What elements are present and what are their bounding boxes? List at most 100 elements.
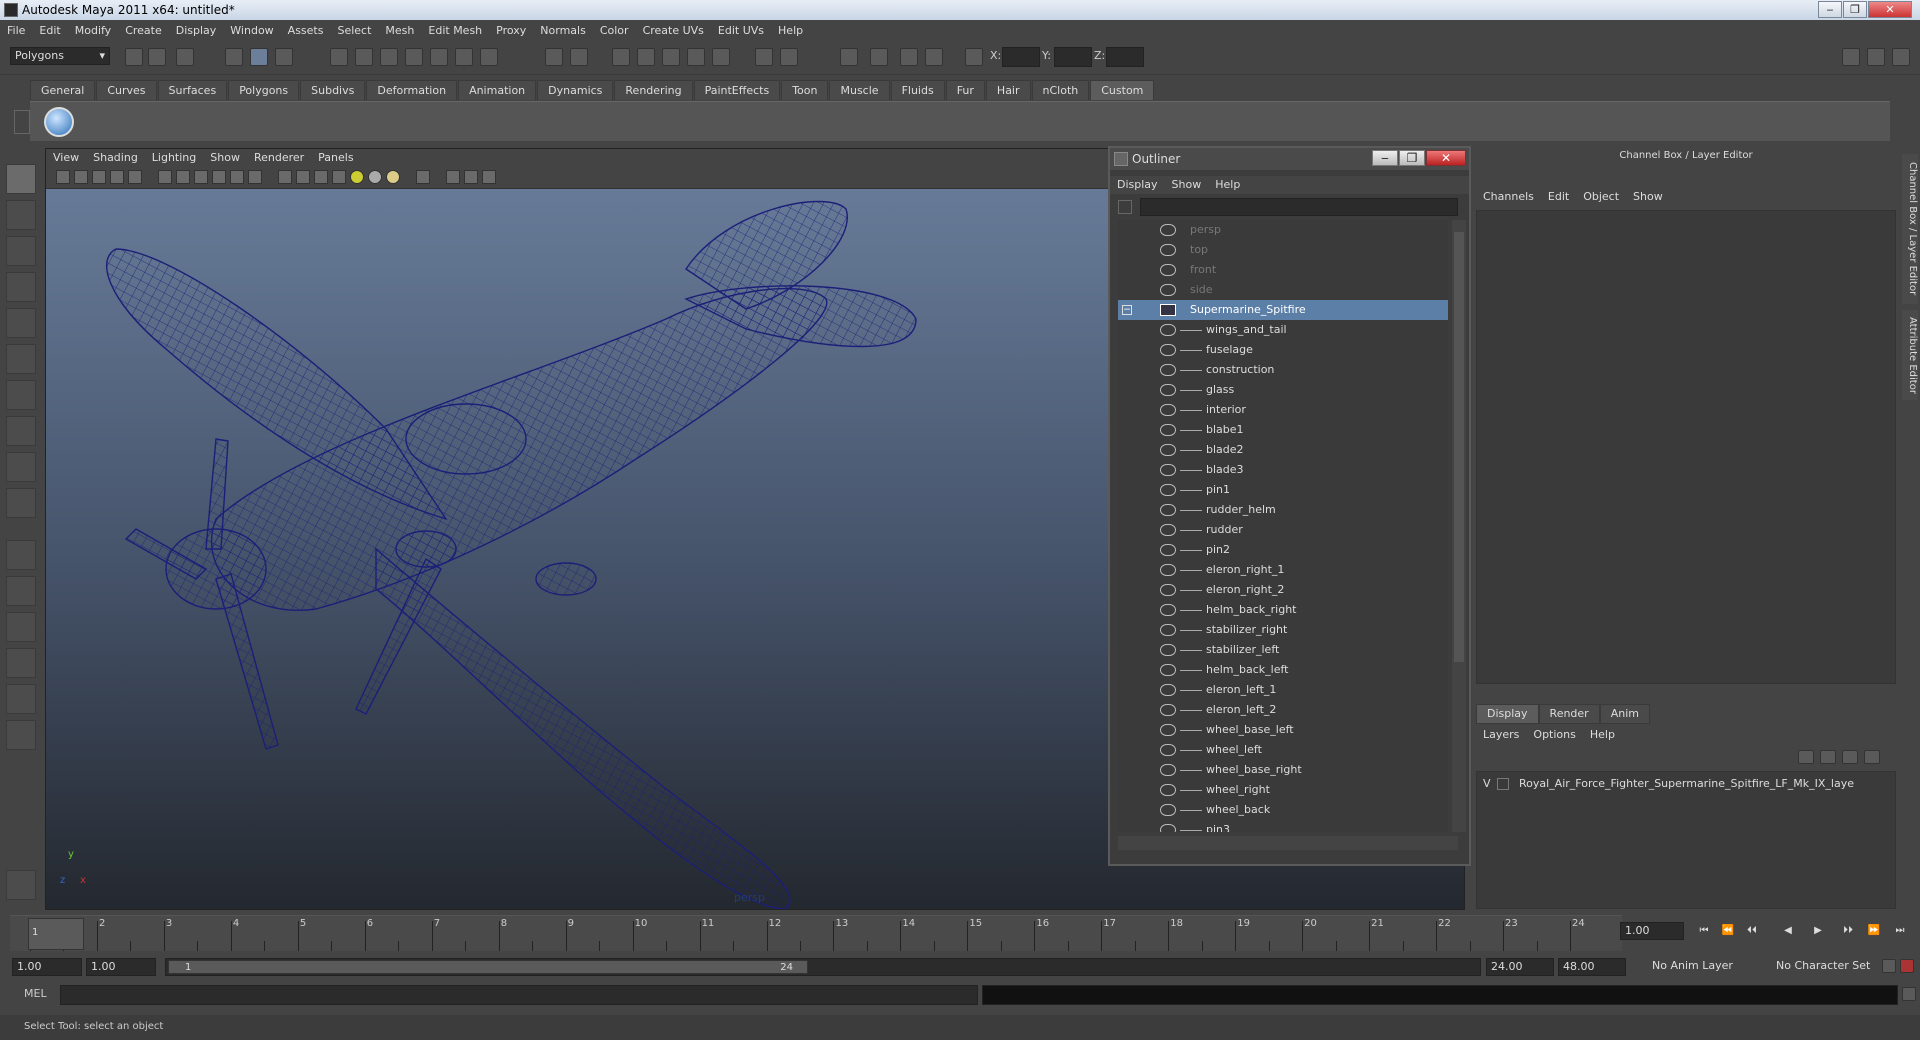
menu-create-uvs[interactable]: Create UVs xyxy=(636,20,711,41)
smooth-shade-icon[interactable] xyxy=(296,170,310,184)
menu-edit-uvs[interactable]: Edit UVs xyxy=(711,20,771,41)
outliner-item-wheel_base_right[interactable]: wheel_base_right xyxy=(1118,760,1448,780)
history-icon[interactable] xyxy=(455,48,473,66)
shadows-icon[interactable] xyxy=(386,170,400,184)
shelf-tab-muscle[interactable]: Muscle xyxy=(829,80,890,100)
outliner-item-interior[interactable]: interior xyxy=(1118,400,1448,420)
maximize-button[interactable]: ❐ xyxy=(1843,1,1867,18)
menu-window[interactable]: Window xyxy=(223,20,280,41)
outliner-close-button[interactable]: ✕ xyxy=(1426,150,1466,166)
wireframe-icon[interactable] xyxy=(278,170,292,184)
anim-end-field[interactable]: 48.00 xyxy=(1558,958,1626,976)
render-icon[interactable] xyxy=(840,48,858,66)
character-set-dropdown[interactable]: No Character Set xyxy=(1772,958,1882,976)
range-slider-thumb[interactable]: 1 24 xyxy=(168,960,808,974)
shelf-tab-fluids[interactable]: Fluids xyxy=(890,80,945,100)
open-scene-icon[interactable] xyxy=(148,48,166,66)
outliner-item-construction[interactable]: construction xyxy=(1118,360,1448,380)
outliner-menu-display[interactable]: Display xyxy=(1110,176,1165,194)
show-hide-shelf-icon[interactable] xyxy=(755,48,773,66)
outliner-item-wings_and_tail[interactable]: wings_and_tail xyxy=(1118,320,1448,340)
current-time-field[interactable]: 1.00 xyxy=(1620,922,1684,940)
outliner-item-blade3[interactable]: blade3 xyxy=(1118,460,1448,480)
le-menu-options[interactable]: Options xyxy=(1526,726,1582,744)
snap-live-icon[interactable] xyxy=(430,48,448,66)
render-frame-icon[interactable] xyxy=(570,48,588,66)
outliner-item-pin1[interactable]: pin1 xyxy=(1118,480,1448,500)
step-back-frame-button[interactable]: ⏴⏴ xyxy=(1744,924,1760,938)
filter-icon[interactable] xyxy=(1118,200,1132,214)
outliner-item-eleron_left_1[interactable]: eleron_left_1 xyxy=(1118,680,1448,700)
outliner-scroll-thumb[interactable] xyxy=(1454,232,1464,662)
vp-menu-panels[interactable]: Panels xyxy=(311,149,360,167)
menu-select[interactable]: Select xyxy=(330,20,378,41)
paint-select-icon[interactable] xyxy=(6,236,36,266)
outliner-item-fuselage[interactable]: fuselage xyxy=(1118,340,1448,360)
outliner-item-glass[interactable]: glass xyxy=(1118,380,1448,400)
minimize-button[interactable]: ‒ xyxy=(1818,1,1842,18)
shelf-tab-painteffects[interactable]: PaintEffects xyxy=(693,80,781,100)
menu-edit[interactable]: Edit xyxy=(32,20,67,41)
outliner-item-wheel_base_left[interactable]: wheel_base_left xyxy=(1118,720,1448,740)
display-layer-row[interactable]: V Royal_Air_Force_Fighter_Supermarine_Sp… xyxy=(1479,774,1854,794)
play-backwards-button[interactable]: ◀ xyxy=(1780,924,1796,938)
outliner-layout-icon[interactable] xyxy=(6,612,36,642)
checkmark-shelf-icon[interactable] xyxy=(44,107,74,137)
camera-select-icon[interactable] xyxy=(56,170,70,184)
field-chart-icon[interactable] xyxy=(230,170,244,184)
command-input[interactable] xyxy=(60,985,978,1005)
outliner-item-wheel_back[interactable]: wheel_back xyxy=(1118,800,1448,820)
new-layer-icon[interactable] xyxy=(1798,750,1814,764)
select-tool-icon[interactable] xyxy=(6,164,36,194)
outliner-vertical-scrollbar[interactable] xyxy=(1452,220,1466,832)
bookmark-icon[interactable] xyxy=(92,170,106,184)
xray-icon[interactable] xyxy=(446,170,460,184)
toggle-tool-settings-icon[interactable] xyxy=(1867,48,1885,66)
layer-type-toggle[interactable] xyxy=(1497,778,1509,790)
render-layout-icon[interactable] xyxy=(6,720,36,750)
film-gate-icon[interactable] xyxy=(176,170,190,184)
snap-view-plane-icon[interactable] xyxy=(405,48,423,66)
menu-display[interactable]: Display xyxy=(169,20,224,41)
outliner-item-rudder_helm[interactable]: rudder_helm xyxy=(1118,500,1448,520)
shelf-tab-dynamics[interactable]: Dynamics xyxy=(537,80,614,100)
save-scene-icon[interactable] xyxy=(176,48,194,66)
outliner-item-eleron_right_2[interactable]: eleron_right_2 xyxy=(1118,580,1448,600)
vp-menu-view[interactable]: View xyxy=(46,149,86,167)
last-tool-icon[interactable] xyxy=(6,488,36,518)
new-layer-selected-icon[interactable] xyxy=(1820,750,1836,764)
rotate-tool-icon[interactable] xyxy=(6,308,36,338)
side-tab-channel-box[interactable]: Channel Box / Layer Editor xyxy=(1902,154,1918,304)
shelf-tab-polygons[interactable]: Polygons xyxy=(228,80,300,100)
move-layer-down-icon[interactable] xyxy=(1864,750,1880,764)
layer-visibility-toggle[interactable]: V xyxy=(1483,774,1491,794)
vp-menu-show[interactable]: Show xyxy=(203,149,247,167)
transform-mode-icon[interactable] xyxy=(965,48,983,66)
le-menu-layers[interactable]: Layers xyxy=(1476,726,1526,744)
outliner-camera-top[interactable]: top xyxy=(1118,240,1448,260)
menu-normals[interactable]: Normals xyxy=(533,20,593,41)
high-quality-icon[interactable] xyxy=(482,170,496,184)
playback-start-field[interactable]: 1.00 xyxy=(86,958,156,976)
z-field[interactable] xyxy=(1106,47,1144,67)
render-settings-icon[interactable] xyxy=(662,48,680,66)
x-field[interactable] xyxy=(1002,47,1040,67)
step-forward-frame-button[interactable]: ⏵⏵ xyxy=(1840,924,1856,938)
manipulator-tool-icon[interactable] xyxy=(6,380,36,410)
display-render-icon[interactable] xyxy=(712,48,730,66)
menu-color[interactable]: Color xyxy=(593,20,636,41)
cb-menu-show[interactable]: Show xyxy=(1626,188,1670,206)
outliner-item-rudder[interactable]: rudder xyxy=(1118,520,1448,540)
toggle-attribute-editor-icon[interactable] xyxy=(1842,48,1860,66)
hypershade-icon[interactable] xyxy=(687,48,705,66)
move-tool-icon[interactable] xyxy=(6,272,36,302)
gate-mask-icon[interactable] xyxy=(212,170,226,184)
playback-end-field[interactable]: 24.00 xyxy=(1486,958,1554,976)
outliner-root-item[interactable]: − Supermarine_Spitfire xyxy=(1118,300,1448,320)
script-editor-icon[interactable] xyxy=(1902,987,1916,1001)
hypershade-layout-icon[interactable] xyxy=(6,684,36,714)
menu-proxy[interactable]: Proxy xyxy=(489,20,533,41)
outliner-item-pin2[interactable]: pin2 xyxy=(1118,540,1448,560)
anim-layer-dropdown[interactable]: No Anim Layer xyxy=(1648,958,1758,976)
auto-key-icon[interactable] xyxy=(1882,959,1896,973)
